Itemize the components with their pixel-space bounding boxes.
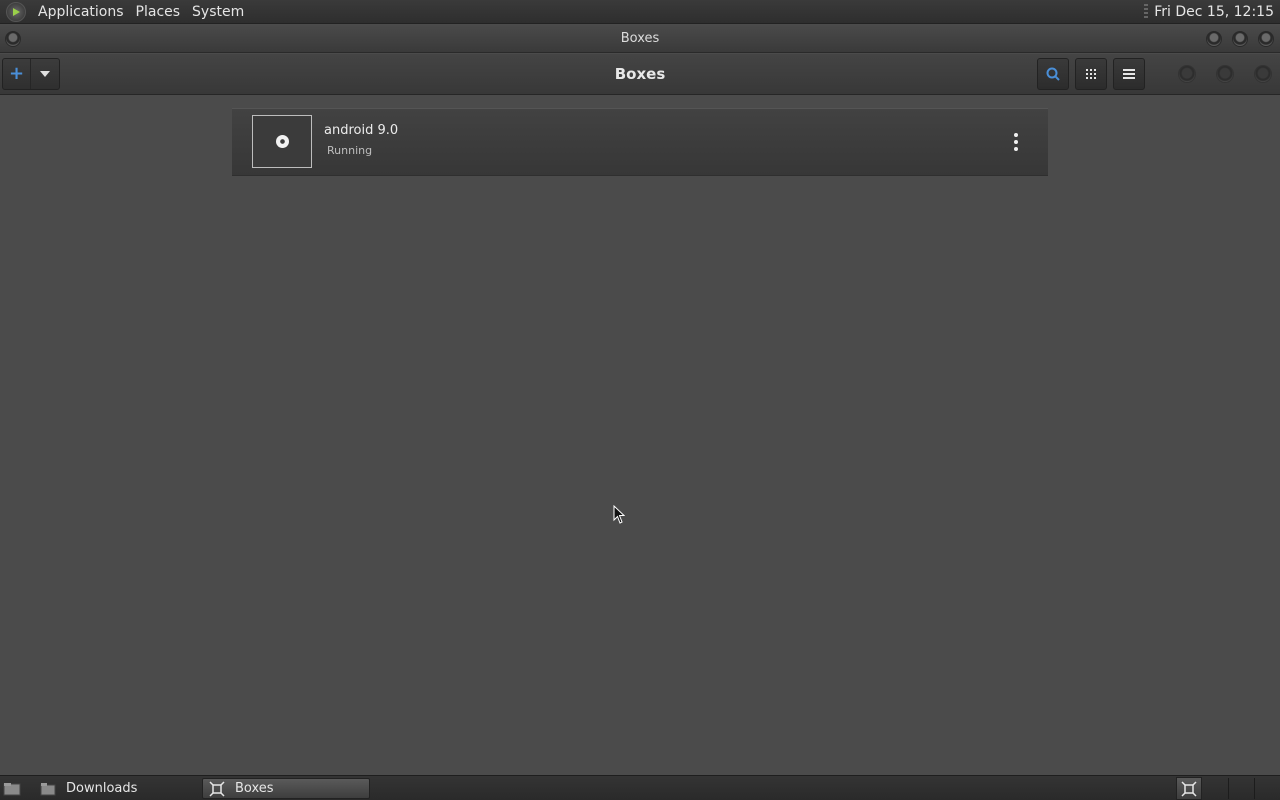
box-thumbnail[interactable] <box>252 115 312 168</box>
tray-boxes-icon[interactable] <box>1176 777 1202 800</box>
search-button[interactable] <box>1037 58 1069 90</box>
search-icon <box>1046 67 1060 81</box>
boxes-icon <box>209 780 225 797</box>
main-menu-logo-icon[interactable] <box>6 1 26 22</box>
more-options-icon[interactable] <box>1006 130 1026 154</box>
menu-system[interactable]: System <box>186 0 250 24</box>
tray-separator <box>1254 778 1255 799</box>
grid-view-button[interactable] <box>1075 58 1107 90</box>
box-list-area: android 9.0 Running <box>0 96 1280 774</box>
taskbar-item-label: Downloads <box>66 781 138 796</box>
disc-icon <box>275 135 289 148</box>
box-status: Running <box>327 144 373 157</box>
headerbar-minimize-button[interactable] <box>1178 65 1196 83</box>
close-button[interactable] <box>1258 31 1274 47</box>
hamburger-menu-button[interactable] <box>1113 58 1145 90</box>
panel-grip[interactable] <box>1144 3 1149 20</box>
taskbar-item-boxes[interactable]: Boxes <box>202 778 370 799</box>
mouse-cursor-icon <box>613 505 625 524</box>
box-name: android 9.0 <box>324 123 399 138</box>
maximize-button[interactable] <box>1232 31 1248 47</box>
clock[interactable]: Fri Dec 15, 12:15 <box>1154 4 1280 20</box>
list-item[interactable]: android 9.0 Running <box>232 108 1048 176</box>
tray-separator <box>1228 778 1229 799</box>
grid-icon <box>1086 69 1096 79</box>
menu-applications[interactable]: Applications <box>32 0 130 24</box>
header-bar: + Boxes <box>0 54 1280 95</box>
headerbar-close-button[interactable] <box>1254 65 1272 83</box>
window-title: Boxes <box>620 31 660 46</box>
taskbar-item-downloads[interactable]: Downloads <box>34 778 200 799</box>
show-desktop-icon[interactable] <box>2 780 22 797</box>
headerbar-maximize-button[interactable] <box>1216 65 1234 83</box>
window-titlebar[interactable]: Boxes <box>0 25 1280 53</box>
menu-places[interactable]: Places <box>130 0 187 24</box>
bottom-panel: Downloads Boxes <box>0 775 1280 800</box>
folder-icon <box>40 781 56 797</box>
top-panel: Applications Places System Fri Dec 15, 1… <box>0 0 1280 24</box>
taskbar-item-label: Boxes <box>235 781 274 796</box>
minimize-button[interactable] <box>1206 31 1222 47</box>
hamburger-icon <box>1123 69 1135 79</box>
